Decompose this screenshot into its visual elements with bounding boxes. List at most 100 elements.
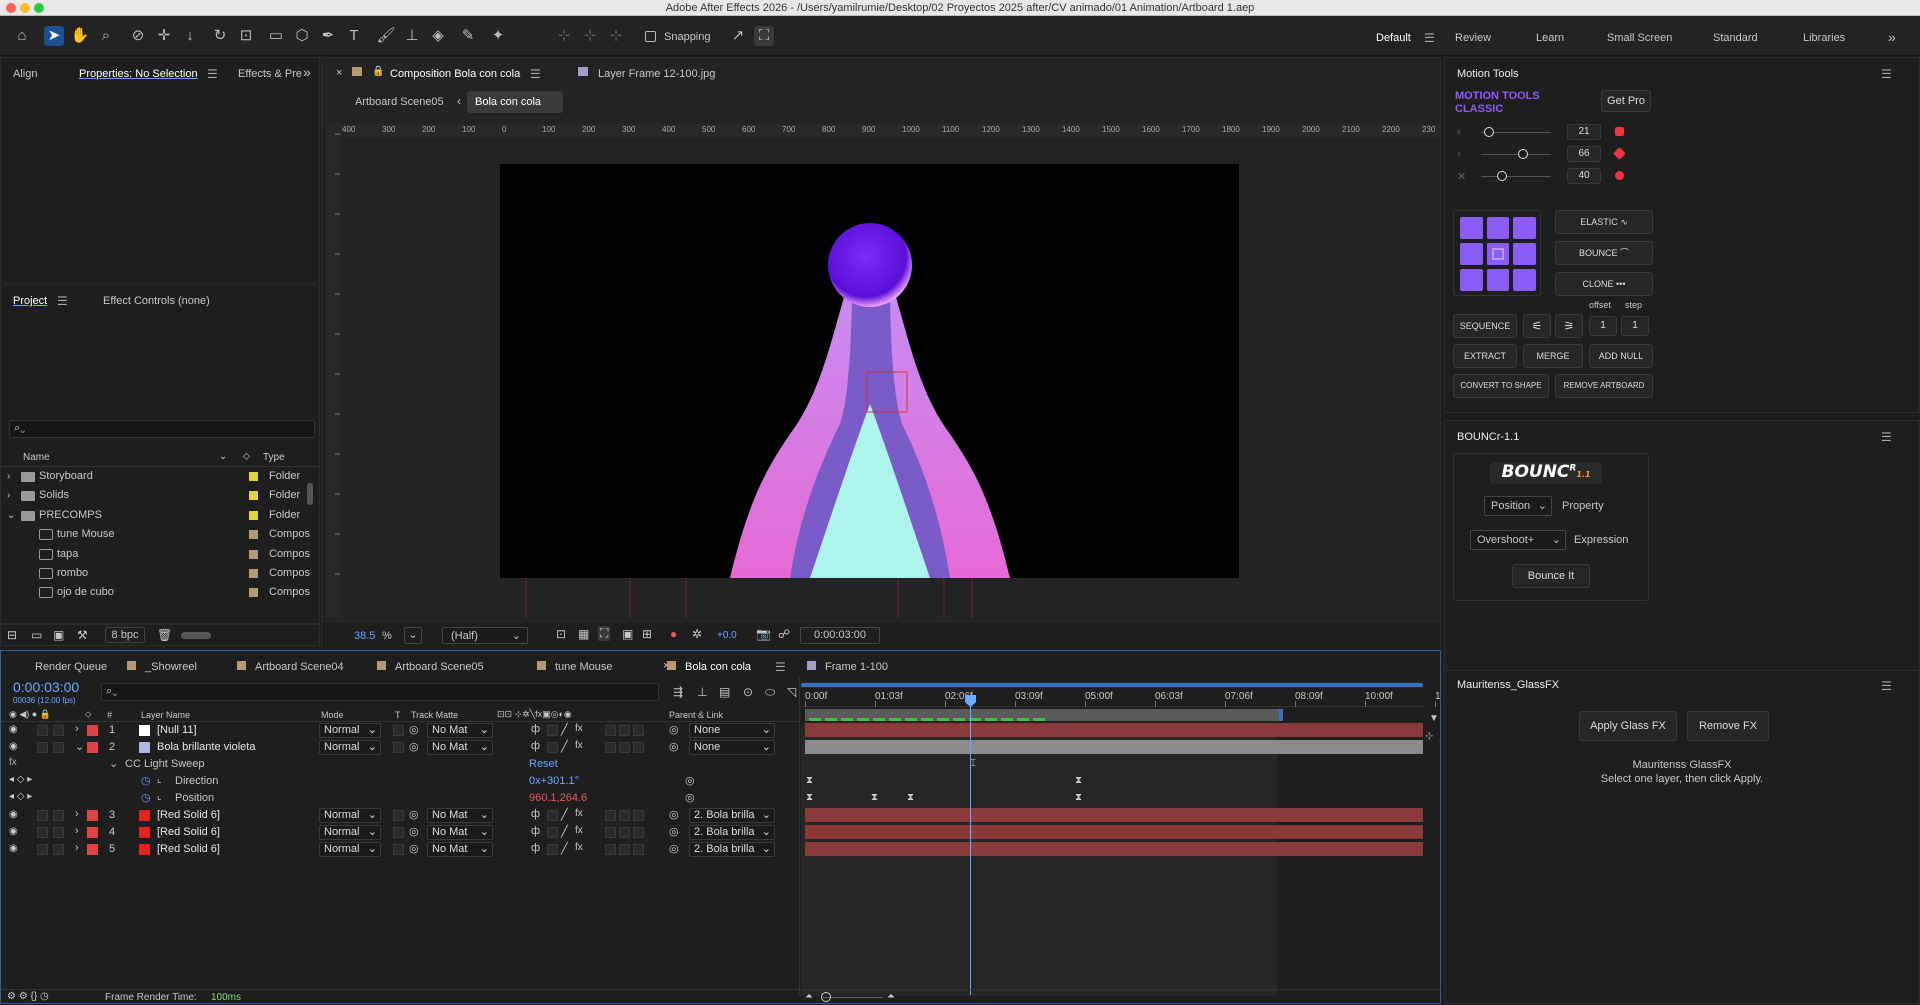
track-matte-dropdown[interactable]: No Mat ⌄ [427, 740, 493, 755]
zoom-window-icon[interactable] [34, 3, 44, 13]
remove-fx-button[interactable]: Remove FX [1687, 711, 1769, 741]
anchor-center[interactable] [1486, 243, 1510, 265]
lock-toggle[interactable] [53, 725, 64, 736]
sequence-reverse-icon[interactable]: ⚞ [1555, 314, 1583, 338]
disclosure-triangle-icon[interactable]: › [7, 486, 10, 505]
track-matte-dropdown[interactable]: No Mat ⌄ [427, 842, 493, 857]
position-value[interactable]: 960.1,264.6 [529, 792, 587, 804]
timeline-tab[interactable]: _Showreel [145, 661, 197, 673]
mode-dropdown[interactable]: Normal ⌄ [319, 842, 381, 857]
label-column-icon[interactable]: ⬦ [243, 451, 250, 462]
project-item[interactable]: ojo de cubo Compos [1, 583, 319, 602]
parent-dropdown[interactable]: 2. Bola brilla ⌄ [689, 808, 775, 823]
timeline-search-input[interactable]: ⌕⌄ [101, 683, 659, 701]
parent-dropdown[interactable]: None ⌄ [689, 740, 775, 755]
3d-switch[interactable] [633, 810, 644, 821]
bit-depth-button[interactable]: 8 bpc [105, 627, 145, 643]
fx-switch-icon[interactable]: fx [575, 740, 583, 751]
comp-mini-flowchart-icon[interactable]: ⇶ [673, 685, 683, 699]
clone-stamp-tool-icon[interactable]: ⊥ [402, 26, 422, 46]
anchor-top-left[interactable] [1460, 217, 1483, 239]
color-management-icon[interactable]: ✲ [692, 627, 702, 641]
timeline-timecode[interactable]: 0:00:03:00 [13, 679, 79, 695]
workspaces-overflow-icon[interactable]: » [1888, 29, 1896, 45]
playhead-line[interactable] [970, 705, 971, 995]
anchor-middle-right[interactable] [1513, 243, 1536, 265]
expression-pickwhip-icon[interactable]: ◎ [685, 791, 695, 804]
shy-switch-icon[interactable]: ф [531, 808, 540, 820]
keyframe-marker-icon[interactable]: ⧗ [1075, 775, 1082, 786]
pan-behind-tool-icon[interactable]: ⊡ [236, 26, 256, 46]
disclosure-triangle-icon[interactable]: › [7, 467, 10, 486]
layer-label-swatch[interactable] [87, 844, 98, 855]
step-input[interactable]: 1 [1621, 316, 1649, 336]
project-item[interactable]: rombo Compos [1, 564, 319, 583]
mode-dropdown[interactable]: Normal ⌄ [319, 740, 381, 755]
stopwatch-icon[interactable]: ◷ [141, 791, 151, 804]
align-axis-view-icon[interactable]: ⊹ [606, 26, 626, 46]
matte-pickwhip-icon[interactable]: ◎ [409, 723, 419, 736]
preserve-transparency-toggle[interactable] [393, 844, 404, 855]
hand-tool-icon[interactable]: ✋ [70, 26, 90, 46]
get-pro-button[interactable]: Get Pro [1601, 90, 1651, 112]
preserve-transparency-toggle[interactable] [393, 725, 404, 736]
layer-duration-bar[interactable] [805, 825, 1423, 839]
disclosure-triangle-icon[interactable]: › [75, 723, 79, 735]
property-dropdown[interactable]: Position ⌄ [1484, 496, 1552, 516]
new-composition-icon[interactable]: ▣ [53, 628, 64, 642]
adjustment-switch[interactable] [619, 725, 630, 736]
track-matte-dropdown[interactable]: No Mat ⌄ [427, 825, 493, 840]
keyframe-navigator-icon[interactable]: ◂ ◇ ▸ [9, 774, 32, 785]
fast-previews-icon[interactable]: ⊡ [556, 627, 566, 641]
position-property-row[interactable]: ◂ ◇ ▸ ◷ ⌞ Position 960.1,264.6 ◎ [1, 790, 799, 807]
quality-switch-icon[interactable]: ╱ [561, 723, 568, 736]
comp-timecode[interactable]: 0:00:03:00 [800, 627, 880, 644]
adjustment-switch[interactable] [619, 827, 630, 838]
layer-duration-bar[interactable] [805, 842, 1423, 856]
solo-toggle[interactable] [37, 827, 48, 838]
rotate-tool-icon[interactable]: ↻ [210, 26, 230, 46]
motion-blur-switch[interactable] [605, 827, 616, 838]
close-window-icon[interactable] [6, 3, 16, 13]
workspace-small-screen[interactable]: Small Screen [1607, 32, 1672, 44]
parent-dropdown[interactable]: 2. Bola brilla ⌄ [689, 825, 775, 840]
lock-toggle[interactable] [53, 742, 64, 753]
delete-icon[interactable]: 🗑 [157, 628, 172, 642]
anchor-bottom-center[interactable] [1486, 269, 1510, 291]
visibility-eye-icon[interactable]: ◉ [9, 741, 18, 752]
preserve-transparency-toggle[interactable] [393, 742, 404, 753]
keyframe-indicator-icon[interactable] [1615, 127, 1624, 136]
roto-brush-tool-icon[interactable]: ✎ [458, 26, 478, 46]
anchor-bottom-left[interactable] [1460, 269, 1483, 291]
timeline-zoom-slider[interactable] [823, 997, 883, 998]
motion-blur-switch[interactable] [605, 844, 616, 855]
keyframe-marker-icon[interactable]: ⧗ [806, 792, 813, 803]
parent-dropdown[interactable]: None ⌄ [689, 723, 775, 738]
fx-switch-icon[interactable]: fx [575, 723, 583, 734]
parent-pickwhip-icon[interactable]: ◎ [669, 825, 679, 838]
slider-thumb[interactable] [1484, 127, 1495, 137]
mode-dropdown[interactable]: Normal ⌄ [319, 723, 381, 738]
interpret-footage-icon[interactable]: ⊟ [7, 628, 17, 642]
quality-switch-icon[interactable]: ╱ [561, 808, 568, 821]
stopwatch-icon[interactable]: ◷ [141, 774, 151, 787]
tab-properties[interactable]: Properties: No Selection [79, 68, 198, 80]
brush-tool-icon[interactable]: 🖌 [376, 26, 396, 46]
shy-switch-icon[interactable]: ф [531, 842, 540, 854]
timeline-tab[interactable]: Bola con cola [685, 661, 751, 673]
mode-dropdown[interactable]: Normal ⌄ [319, 825, 381, 840]
elastic-button[interactable]: ELASTIC ∿ [1555, 210, 1653, 234]
layer-label-swatch[interactable] [87, 827, 98, 838]
eraser-tool-icon[interactable]: ◈ [428, 26, 448, 46]
matte-pickwhip-icon[interactable]: ◎ [409, 842, 419, 855]
graph-icon[interactable]: ⌞ [157, 774, 162, 785]
visibility-eye-icon[interactable]: ◉ [9, 843, 18, 854]
puppet-tool-icon[interactable]: ✦ [488, 26, 508, 46]
project-menu-icon[interactable]: ☰ [57, 294, 68, 308]
parent-dropdown[interactable]: 2. Bola brilla ⌄ [689, 842, 775, 857]
dolly-tool-icon[interactable]: ↓ [180, 26, 200, 46]
slider-track[interactable] [1481, 154, 1551, 155]
resolution-dropdown[interactable]: (Half) ⌄ [442, 627, 528, 644]
tab-effect-controls[interactable]: Effect Controls (none) [103, 295, 210, 307]
visibility-eye-icon[interactable]: ◉ [9, 809, 18, 820]
